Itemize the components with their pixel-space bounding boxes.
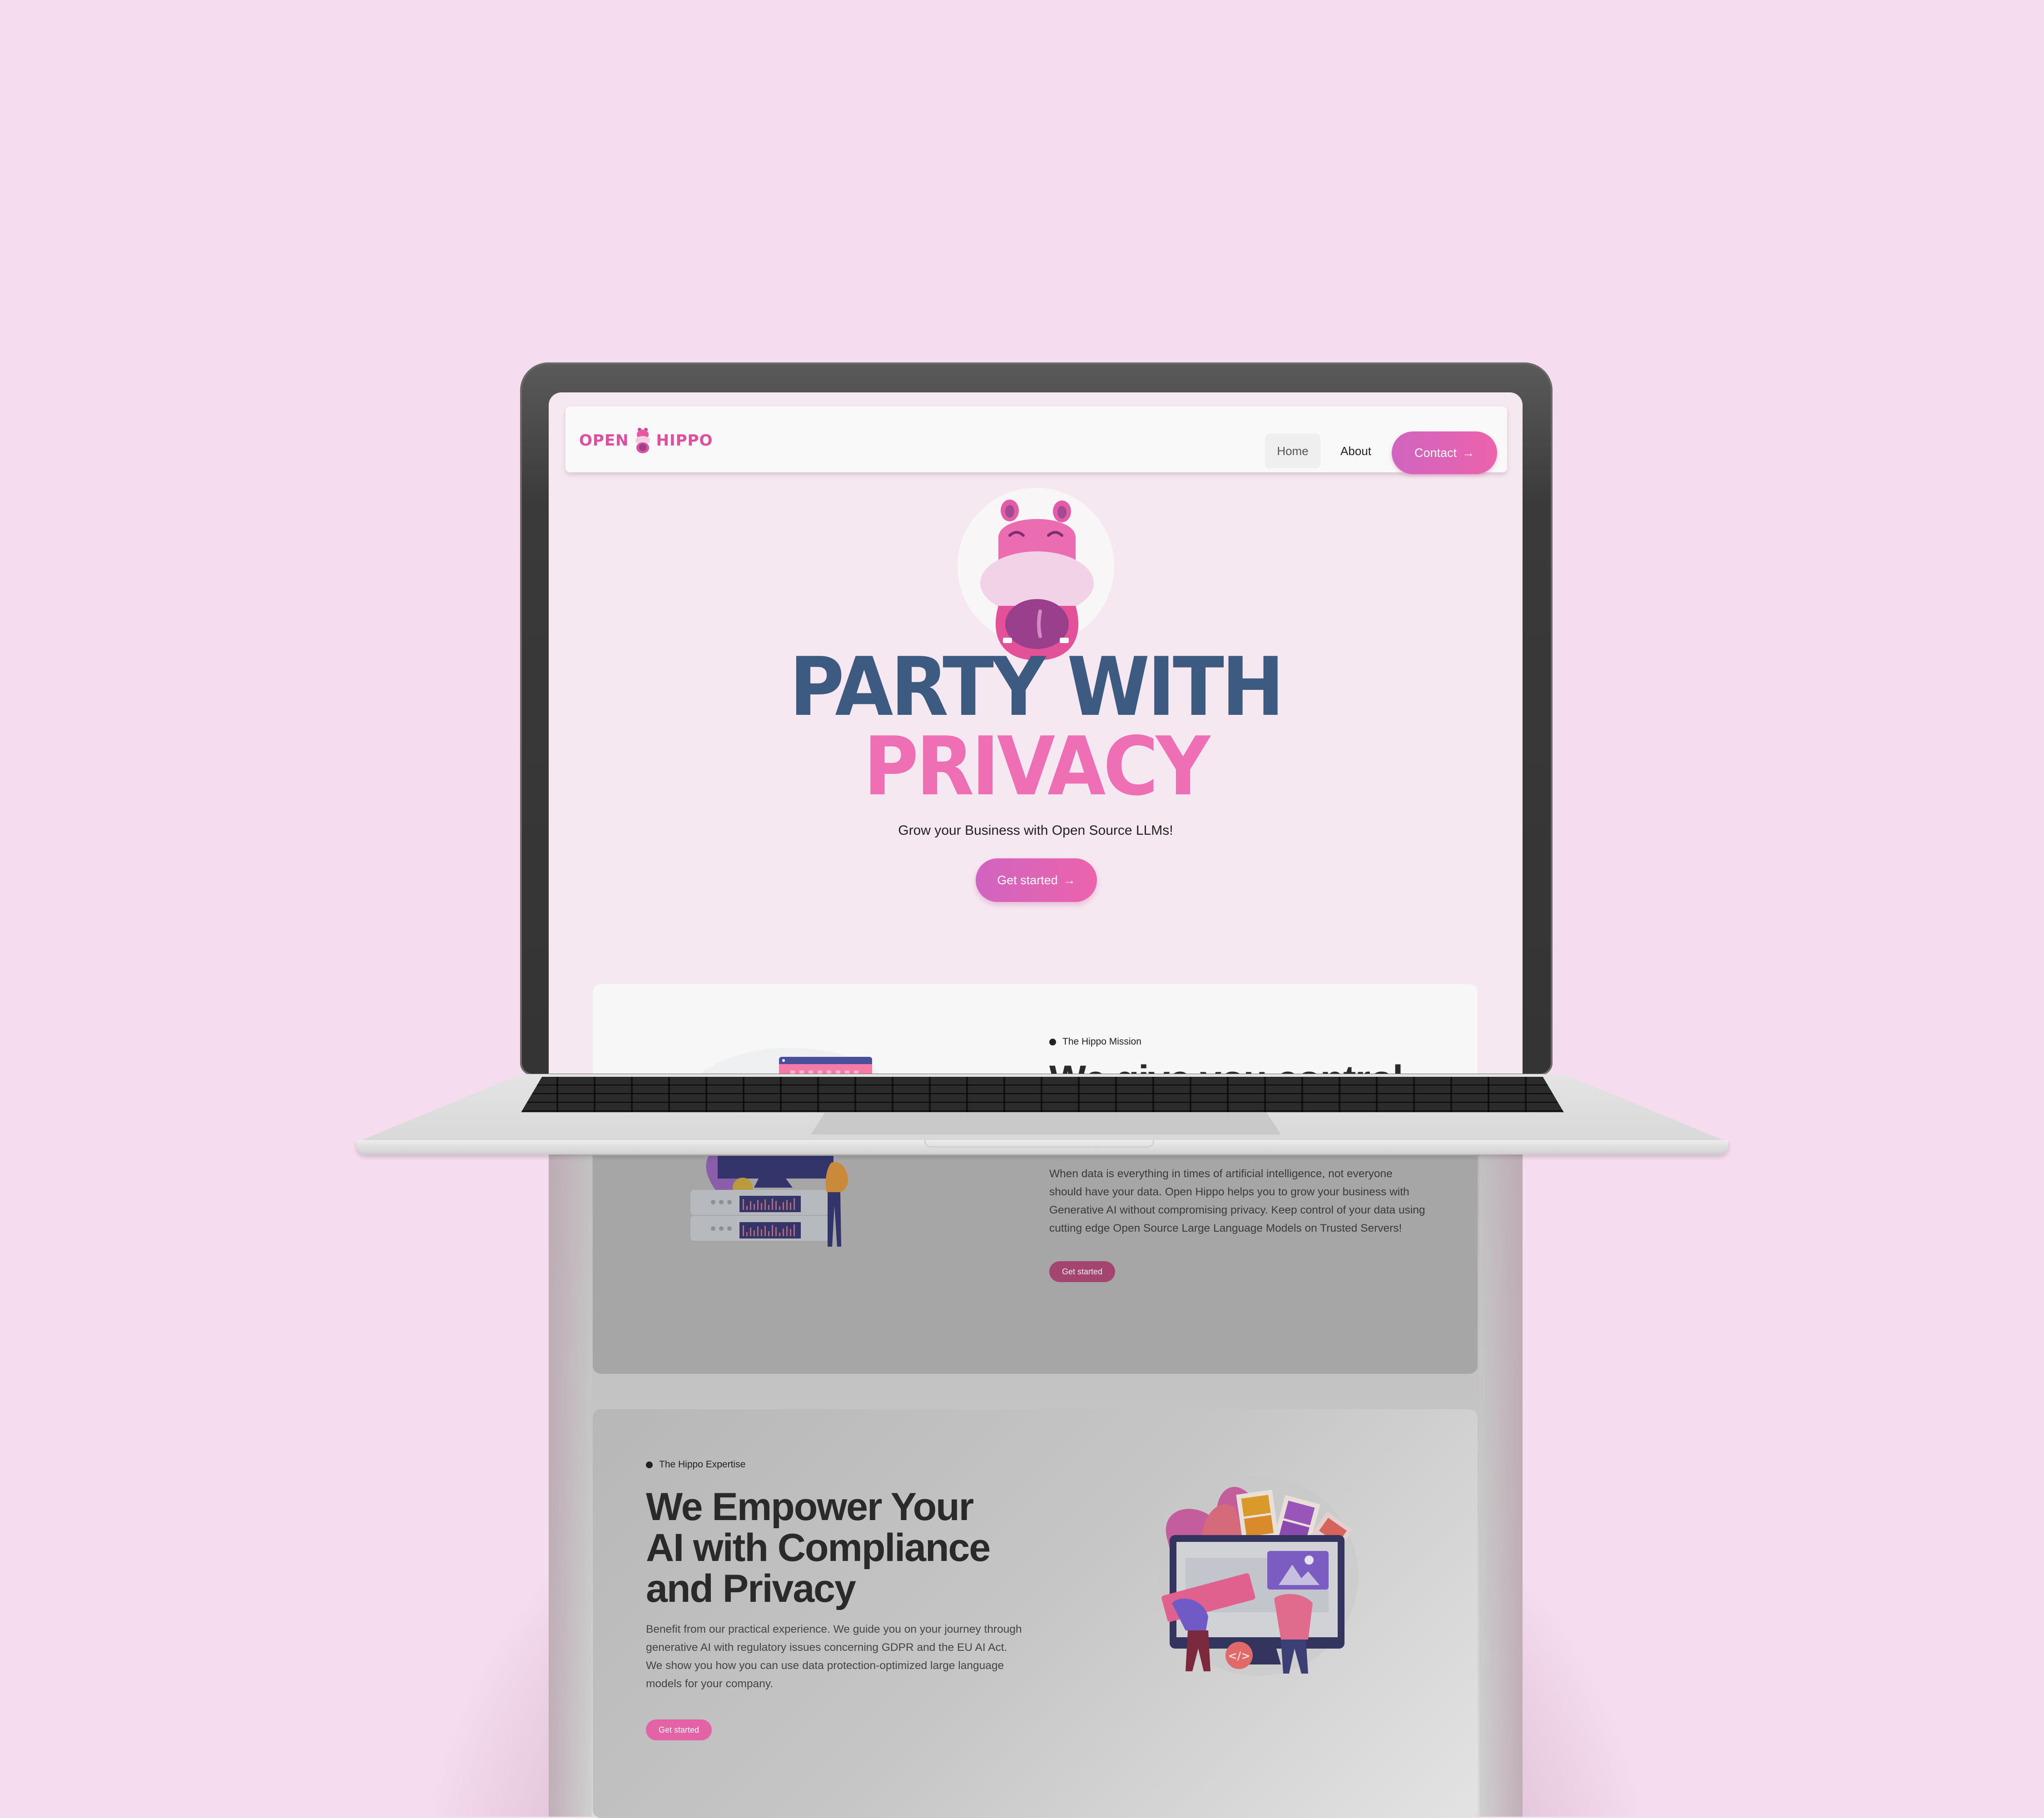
hippo-logo-icon — [635, 428, 650, 453]
hippo-mascot — [980, 500, 1094, 660]
laptop-keyboard-base — [357, 1074, 1728, 1156]
contact-label: Contact — [1414, 446, 1457, 460]
page-edge-left — [549, 1072, 592, 1817]
bullet-dot — [1049, 1038, 1056, 1045]
logo-text-hippo: HIPPO — [656, 431, 713, 450]
server-monitor-illustration — [690, 1156, 848, 1247]
mission-card: The Hippo Mission We give you control — [593, 984, 1478, 1074]
mission-card-lower: When data is everything in times of arti… — [593, 1156, 1478, 1374]
mission-eyebrow-label: The Hippo Mission — [1062, 1036, 1141, 1047]
expertise-body: Benefit from our practical experience. W… — [646, 1623, 1022, 1690]
dashboard-window-icon — [779, 1057, 872, 1074]
hero-subtitle: Grow your Business with Open Source LLMs… — [898, 823, 1173, 838]
logo-text-open: OPEN — [579, 431, 629, 450]
browser-screen: OPEN HIPPO Home About Contact → PARTY WI… — [549, 392, 1523, 1074]
bullet-dot — [646, 1461, 653, 1468]
expertise-heading-line1: We Empower Your — [646, 1485, 974, 1529]
code-glyph: </> — [1228, 1650, 1250, 1662]
nav-about-link[interactable]: About — [1333, 434, 1379, 468]
navbar: OPEN HIPPO Home About Contact → — [566, 406, 1507, 474]
expertise-card: The Hippo Expertise We Empower Your AI w… — [593, 1409, 1478, 1818]
logo[interactable]: OPEN HIPPO — [579, 428, 713, 453]
hero-button-label: Get started — [997, 873, 1058, 887]
arrow-right-icon: → — [1063, 873, 1076, 887]
mission-heading: We give you control — [1049, 1059, 1404, 1074]
mission-eyebrow: The Hippo Mission — [1049, 1036, 1141, 1047]
laptop-lip-notch — [924, 1140, 1154, 1148]
mission-body: When data is everything in times of arti… — [1049, 1168, 1425, 1234]
page-edge-right — [1479, 1072, 1523, 1817]
expertise-heading-line3: and Privacy — [646, 1567, 856, 1610]
hero-title-line2: PRIVACY — [863, 719, 1210, 813]
keyboard-keys — [521, 1077, 1564, 1112]
arrow-right-icon: → — [1462, 446, 1475, 460]
expertise-heading: We Empower Your AI with Compliance and P… — [646, 1485, 991, 1610]
trackpad — [811, 1113, 1281, 1134]
contact-button[interactable]: Contact → — [1392, 431, 1497, 474]
expertise-heading-line2: AI with Compliance — [646, 1526, 991, 1570]
mission-get-started-button[interactable]: Get started — [1049, 1261, 1116, 1282]
hero-get-started-button[interactable]: Get started → — [976, 858, 1097, 902]
expertise-get-started-button[interactable]: Get started — [646, 1719, 712, 1740]
hero-title-line1: PARTY WITH — [789, 640, 1285, 734]
nav-home-link[interactable]: Home — [1265, 434, 1320, 468]
expertise-eyebrow: The Hippo Expertise — [646, 1459, 745, 1470]
web-design-team-illustration: </> — [1158, 1476, 1358, 1676]
mission-body-block: When data is everything in times of arti… — [1049, 1165, 1426, 1282]
expertise-eyebrow-label: The Hippo Expertise — [659, 1459, 746, 1470]
